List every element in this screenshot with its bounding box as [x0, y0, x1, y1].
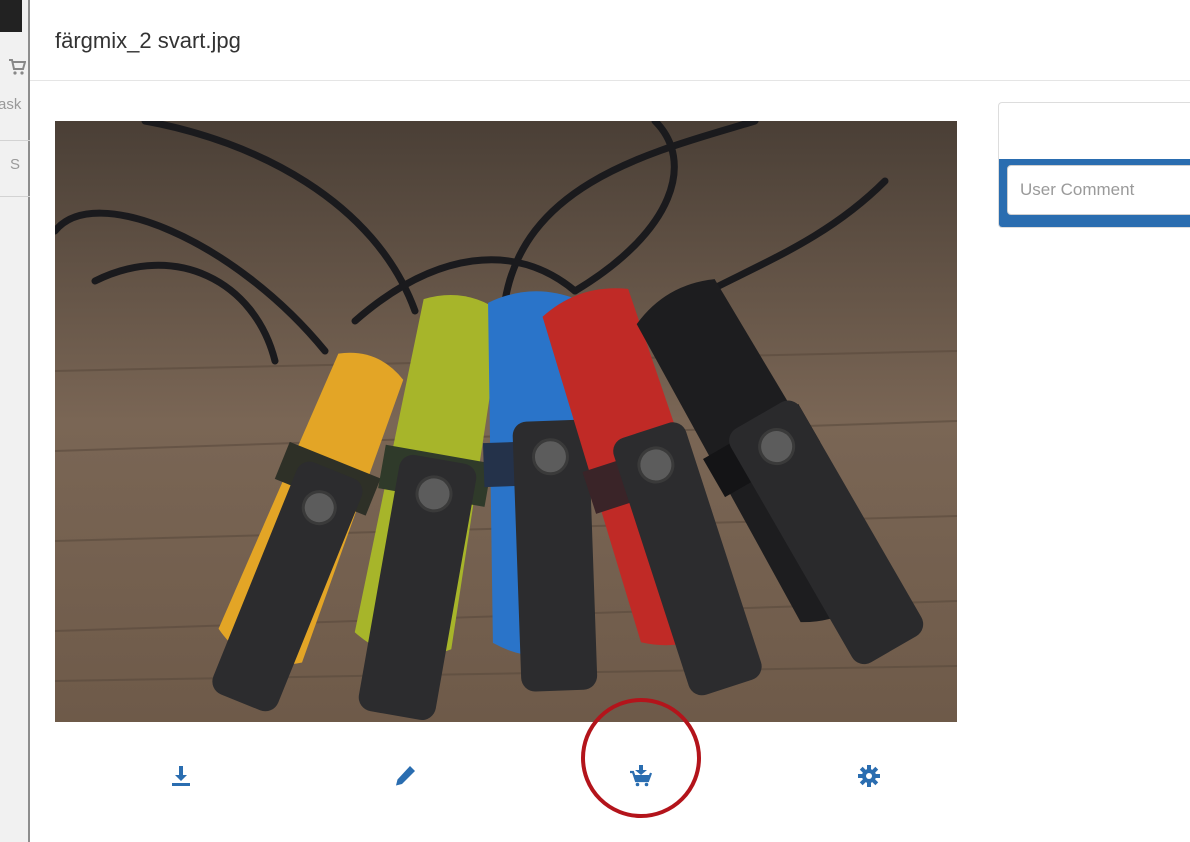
- download-button[interactable]: [161, 756, 201, 796]
- image-modal: färgmix_2 svart.jpg: [30, 0, 1190, 842]
- pencil-icon: [396, 766, 415, 786]
- comment-focus-ring: [999, 159, 1190, 227]
- modal-title: färgmix_2 svart.jpg: [55, 28, 241, 53]
- cart-icon: [9, 59, 26, 75]
- background-topbar: [0, 0, 22, 32]
- divider: [0, 196, 30, 197]
- cart-plus-icon: [630, 765, 653, 787]
- photo-illustration: [55, 121, 957, 722]
- edit-button[interactable]: [385, 756, 425, 796]
- gear-icon: [858, 765, 880, 787]
- background-panel: [0, 0, 28, 842]
- divider: [0, 140, 30, 141]
- background-text: ask: [0, 96, 22, 113]
- user-comment-input[interactable]: [1007, 165, 1190, 215]
- add-to-cart-button[interactable]: [621, 756, 661, 796]
- background-text: S: [10, 156, 21, 173]
- download-icon: [172, 766, 190, 786]
- comment-panel: [998, 102, 1190, 228]
- image-actions: [55, 698, 957, 818]
- modal-header: färgmix_2 svart.jpg: [30, 0, 1190, 81]
- settings-button[interactable]: [849, 756, 889, 796]
- knife-photo: [55, 121, 957, 722]
